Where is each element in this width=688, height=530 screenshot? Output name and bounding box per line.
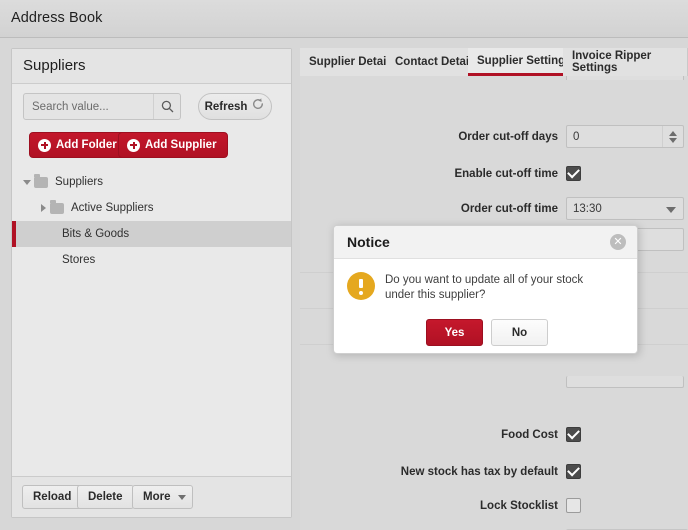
field-row-order-cutoff-days: Order cut-off days (300, 118, 688, 155)
food-cost-label: Food Cost (501, 428, 558, 441)
notice-dialog-message: Do you want to update all of your stock … (385, 274, 584, 301)
quantity-stepper[interactable] (662, 126, 683, 147)
plus-circle-icon (38, 138, 51, 152)
folder-icon (34, 173, 48, 188)
field-row-lock-stocklist: Lock Stocklist (300, 487, 688, 524)
tree-item-label: Bits & Goods (62, 228, 130, 240)
order-cutoff-time-value: 13:30 (573, 202, 602, 215)
tabstrip: Supplier Detail Contact Detail Supplier … (300, 48, 688, 77)
window-titlebar: Address Book (0, 0, 688, 38)
tab-label: Invoice Ripper Settings (572, 50, 652, 74)
more-button-label: More (143, 491, 171, 503)
obscured-field-b (566, 376, 684, 388)
delete-button-label: Delete (88, 491, 123, 503)
caret-right-icon[interactable] (36, 201, 50, 215)
tree-item-active-suppliers[interactable]: Active Suppliers (12, 195, 291, 221)
tree-item-stores[interactable]: Stores (12, 247, 291, 273)
enable-cutoff-time-label: Enable cut-off time (454, 167, 558, 180)
tree-item-label: Stores (62, 254, 96, 266)
new-stock-has-tax-control (566, 463, 581, 479)
field-row-new-stock-has-tax: New stock has tax by default (300, 453, 688, 490)
order-cutoff-time-select[interactable]: 13:30 (566, 197, 684, 220)
notice-dialog-body: Do you want to update all of your stock … (334, 259, 637, 353)
new-stock-has-tax-checkbox[interactable] (566, 463, 581, 479)
field-row-direct-order-supplier-link: Direct order supplier link [No link] (300, 522, 688, 530)
stepper-up-icon[interactable] (669, 130, 677, 136)
lock-stocklist-label: Lock Stocklist (480, 499, 558, 512)
tab-label: Supplier Detail (309, 56, 390, 68)
order-cutoff-time-label: Order cut-off time (460, 202, 558, 215)
reload-button[interactable]: Reload (22, 485, 83, 509)
suppliers-action-bar: Add Folder Add Supplier (12, 127, 291, 170)
field-row-order-cutoff-time: Order cut-off time 13:30 (300, 190, 688, 227)
order-cutoff-time-control: 13:30 (566, 197, 684, 220)
notice-dialog-title: Notice (347, 234, 390, 250)
enable-cutoff-time-checkbox[interactable] (566, 165, 581, 181)
tab-label: Contact Detail (395, 56, 473, 68)
tree-item-label: Active Suppliers (71, 202, 154, 214)
enable-cutoff-time-control (566, 165, 581, 181)
close-icon[interactable]: ✕ (610, 234, 626, 250)
search-input[interactable] (24, 94, 154, 119)
tab-label: Supplier Settings (477, 54, 572, 67)
food-cost-control (566, 426, 581, 442)
add-folder-label: Add Folder (56, 139, 117, 151)
no-button[interactable]: No (491, 319, 548, 346)
refresh-button[interactable]: Refresh (198, 93, 272, 120)
notice-dialog: Notice ✕ Do you want to update all of yo… (333, 225, 638, 354)
suppliers-panel-title: Suppliers (23, 57, 86, 74)
reload-button-label: Reload (33, 491, 72, 503)
folder-icon (50, 199, 64, 214)
warning-icon (347, 272, 375, 300)
add-folder-button[interactable]: Add Folder (29, 132, 128, 158)
new-stock-has-tax-label: New stock has tax by default (400, 465, 558, 478)
order-cutoff-days-control (566, 125, 684, 148)
page-title: Address Book (11, 10, 103, 26)
yes-button[interactable]: Yes (426, 319, 483, 346)
chevron-down-icon (666, 207, 676, 213)
search-field-wrapper (23, 93, 181, 120)
suppliers-panel-footer: Reload Delete More (12, 476, 291, 517)
supplier-tree: Suppliers Active Suppliers Bits & Goods … (12, 169, 291, 476)
suppliers-panel: Suppliers Refresh (11, 48, 292, 518)
tree-item-label: Suppliers (55, 176, 103, 188)
tree-item-bits-and-goods[interactable]: Bits & Goods (12, 221, 291, 247)
notice-dialog-actions: Yes No (334, 319, 637, 349)
notice-dialog-header: Notice ✕ (334, 226, 637, 259)
food-cost-checkbox[interactable] (566, 426, 581, 442)
tab-supplier-detail[interactable]: Supplier Detail (300, 48, 400, 76)
check-icon (567, 165, 580, 179)
tab-invoice-ripper-settings[interactable]: Invoice Ripper Settings (563, 48, 688, 76)
search-icon[interactable] (153, 94, 180, 119)
delete-button[interactable]: Delete (77, 485, 134, 509)
plus-circle-icon (127, 138, 140, 152)
chevron-down-icon (178, 494, 187, 500)
more-button[interactable]: More (132, 485, 194, 509)
refresh-icon (251, 97, 265, 116)
stepper-down-icon[interactable] (669, 137, 677, 143)
add-supplier-button[interactable]: Add Supplier (118, 132, 228, 158)
add-supplier-label: Add Supplier (145, 139, 217, 151)
order-cutoff-days-label: Order cut-off days (458, 130, 558, 143)
field-row-enable-cutoff-time: Enable cut-off time (300, 155, 688, 192)
caret-down-icon[interactable] (20, 175, 34, 189)
suppliers-search-row: Refresh (12, 85, 291, 129)
no-button-label: No (511, 326, 528, 339)
application-window: Address Book Suppliers Refresh (0, 0, 688, 530)
check-icon (567, 426, 580, 440)
check-icon (567, 463, 580, 477)
lock-stocklist-control (566, 498, 581, 513)
lock-stocklist-checkbox[interactable] (566, 498, 581, 513)
tree-item-suppliers[interactable]: Suppliers (12, 169, 291, 195)
refresh-button-label: Refresh (204, 100, 248, 113)
yes-button-label: Yes (444, 326, 465, 339)
field-row-food-cost: Food Cost (300, 416, 688, 453)
suppliers-panel-header: Suppliers (12, 49, 291, 84)
clipped-field-above (566, 76, 684, 80)
